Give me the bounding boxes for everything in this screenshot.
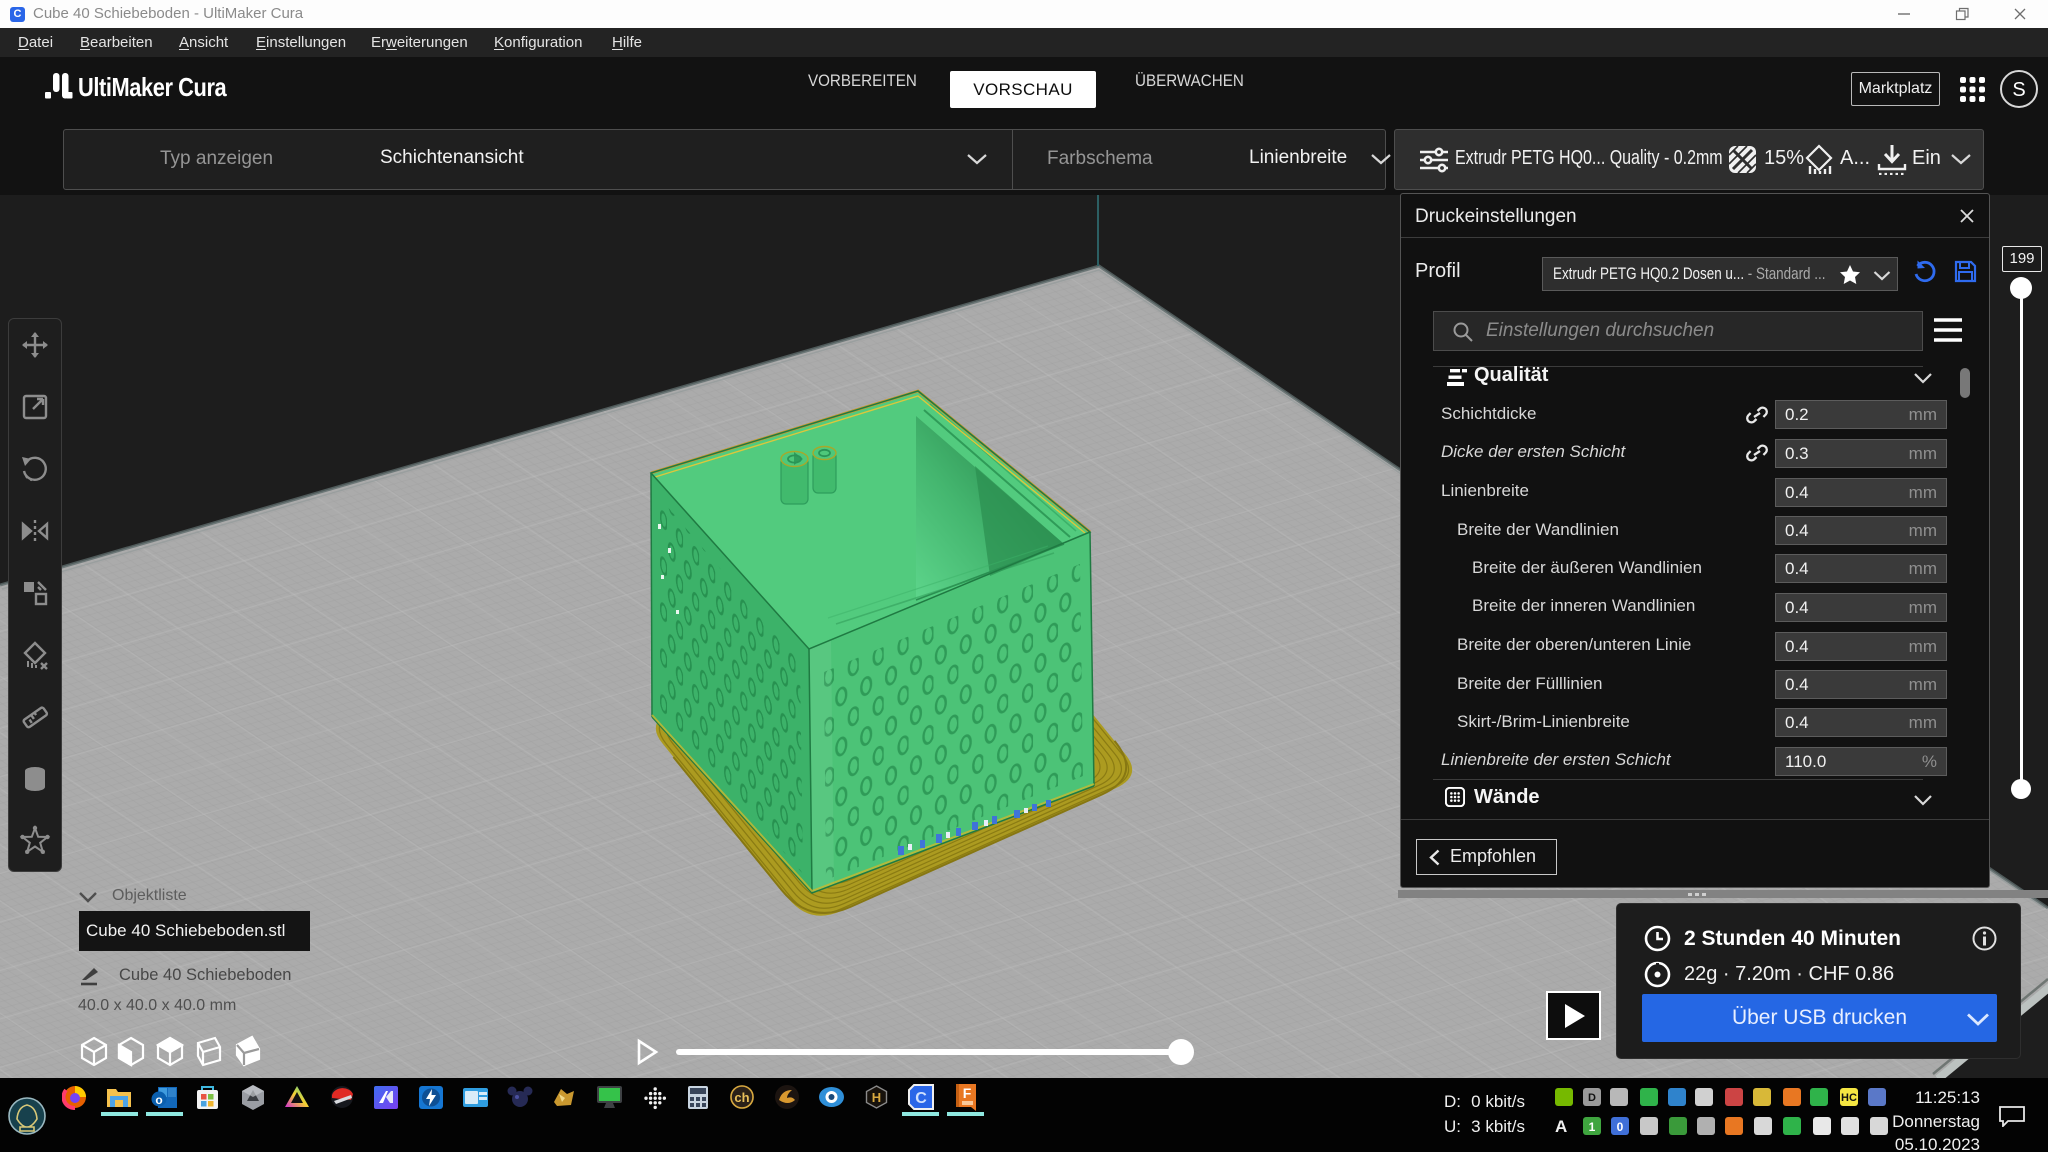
svg-text:F: F xyxy=(963,1085,972,1101)
svg-text:C: C xyxy=(915,1090,927,1107)
svg-text:H: H xyxy=(872,1090,881,1105)
svg-text:1: 1 xyxy=(1589,1120,1596,1134)
svg-text:ch: ch xyxy=(734,1090,749,1105)
svg-text:D: D xyxy=(1588,1092,1596,1104)
svg-text:o: o xyxy=(155,1093,162,1107)
svg-text:0: 0 xyxy=(1617,1120,1624,1134)
